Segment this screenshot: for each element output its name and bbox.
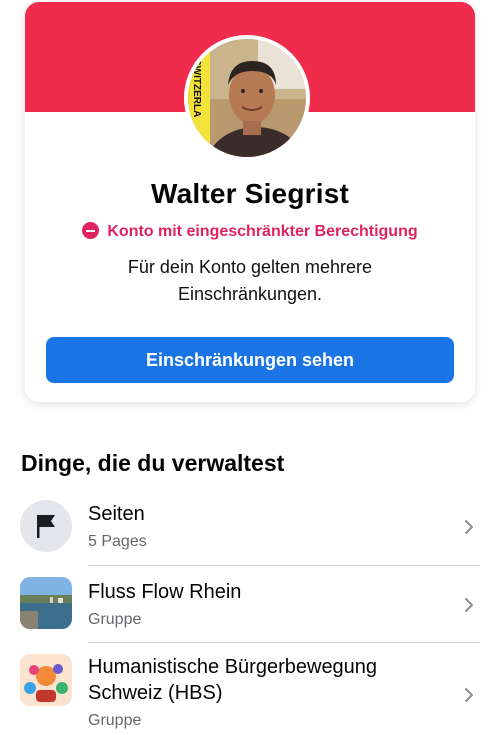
list-item-title: Seiten xyxy=(88,503,145,525)
chevron-right-icon xyxy=(465,598,473,612)
restriction-description: Für dein Konto gelten mehrere Einschränk… xyxy=(127,257,373,304)
list-item-group[interactable]: Humanistische Bürgerbewegung Schweiz (HB… xyxy=(20,654,480,735)
account-status-label: Konto mit eingeschränkter Berechtigung xyxy=(107,223,418,240)
avatar-sign-text: SWITZERLA xyxy=(191,59,202,117)
list-item-pages[interactable]: Seiten 5 Pages xyxy=(20,498,480,564)
list-item-subtitle: 5 Pages xyxy=(88,533,147,550)
list-item-title: Humanistische Bürgerbewegung Schweiz (HB… xyxy=(88,656,378,704)
view-restrictions-button[interactable]: Einschränkungen sehen xyxy=(46,337,454,383)
chevron-right-icon xyxy=(465,688,473,702)
flag-icon xyxy=(20,500,72,552)
account-status[interactable]: Konto mit eingeschränkter Berechtigung xyxy=(25,222,475,241)
list-divider xyxy=(88,565,480,566)
river-group-thumbnail xyxy=(20,577,72,629)
chevron-right-icon xyxy=(465,520,473,534)
list-item-title: Fluss Flow Rhein xyxy=(88,581,242,603)
list-divider xyxy=(88,642,480,643)
profile-card: SWITZERLA Walter Siegrist Konto mit eing… xyxy=(25,2,475,402)
list-item-subtitle: Gruppe xyxy=(88,712,142,729)
avatar-photo: SWITZERLA xyxy=(188,39,306,157)
profile-avatar[interactable]: SWITZERLA xyxy=(184,35,310,161)
list-item-subtitle: Gruppe xyxy=(88,611,142,628)
profile-name: Walter Siegrist xyxy=(150,178,349,209)
restricted-icon xyxy=(82,222,100,239)
list-item-group[interactable]: Fluss Flow Rhein Gruppe xyxy=(20,576,480,642)
hbs-group-thumbnail xyxy=(20,654,72,706)
section-title: Dinge, die du verwaltest xyxy=(21,450,285,476)
